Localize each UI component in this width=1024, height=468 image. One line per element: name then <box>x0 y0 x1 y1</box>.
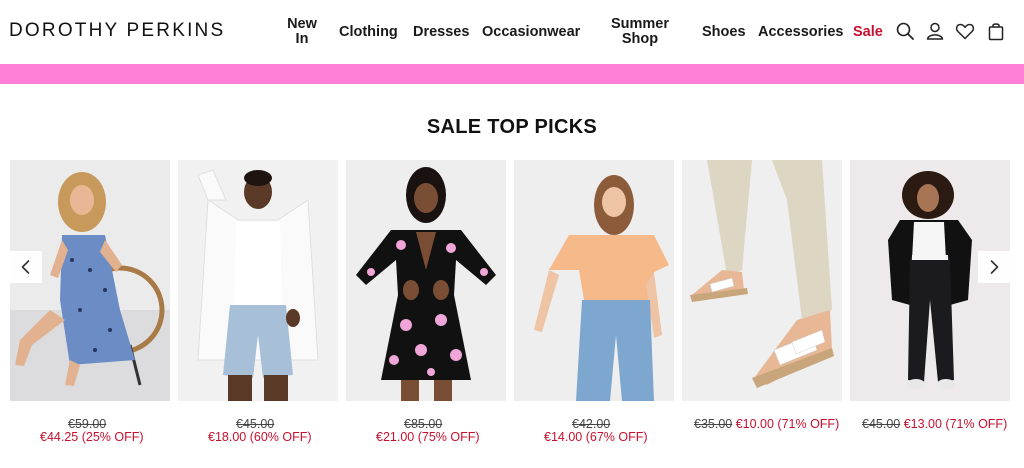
section-title: SALE TOP PICKS <box>426 116 598 138</box>
product-card[interactable]: €85.00 €21.00 (75% OFF) <box>346 160 506 444</box>
site-header: DOROTHY PERKINS New In Clothing Dresses … <box>0 0 1024 64</box>
promo-banner[interactable] <box>0 64 1024 84</box>
sale-price: €14.00 (67% OFF) <box>544 430 648 444</box>
nav-clothing[interactable]: Clothing <box>339 25 398 40</box>
sale-price: €13.00 (71% OFF) <box>903 417 1008 431</box>
product-card[interactable]: €45.00 €18.00 (60% OFF) <box>178 160 338 444</box>
original-price: €42.00 <box>572 417 611 431</box>
original-price: €45.00 <box>236 417 275 431</box>
sale-price: €18.00 (60% OFF) <box>208 430 312 444</box>
carousel-prev-button[interactable] <box>10 251 42 283</box>
product-image[interactable] <box>178 160 338 401</box>
nav-occasionwear[interactable]: Occasionwear <box>482 25 580 40</box>
chevron-left-icon <box>21 260 30 274</box>
brand-logo[interactable]: DOROTHY PERKINS <box>9 20 225 42</box>
nav-shoes[interactable]: Shoes <box>702 25 746 40</box>
nav-sale[interactable]: Sale <box>853 25 883 40</box>
nav-dresses[interactable]: Dresses <box>413 25 469 40</box>
sale-price: €21.00 (75% OFF) <box>376 430 480 444</box>
product-card[interactable]: €42.00 €14.00 (67% OFF) <box>514 160 674 444</box>
sale-price: €44.25 (25% OFF) <box>40 430 144 444</box>
original-price: €59.00 <box>68 417 107 431</box>
wishlist-heart-icon[interactable] <box>955 21 975 41</box>
original-price: €85.00 <box>404 417 443 431</box>
shopping-bag-icon[interactable] <box>986 21 1006 41</box>
nav-accessories[interactable]: Accessories <box>758 25 843 40</box>
product-image[interactable] <box>682 160 842 401</box>
original-price: €45.00 <box>862 417 901 431</box>
account-icon[interactable] <box>925 21 945 41</box>
product-card[interactable]: €35.00 €10.00 (71% OFF) <box>682 160 842 431</box>
nav-summer-shop[interactable]: Summer Shop <box>606 17 674 47</box>
original-price: €35.00 <box>694 417 733 431</box>
product-image[interactable] <box>346 160 506 401</box>
price-line: €35.00 €10.00 (71% OFF) <box>694 417 839 431</box>
nav-new-in[interactable]: New In <box>284 17 320 47</box>
search-icon[interactable] <box>895 21 915 41</box>
sale-price: €10.00 (71% OFF) <box>735 417 840 431</box>
chevron-right-icon <box>990 260 999 274</box>
carousel-next-button[interactable] <box>978 251 1010 283</box>
product-image[interactable] <box>514 160 674 401</box>
price-line: €45.00 €13.00 (71% OFF) <box>862 417 1007 431</box>
